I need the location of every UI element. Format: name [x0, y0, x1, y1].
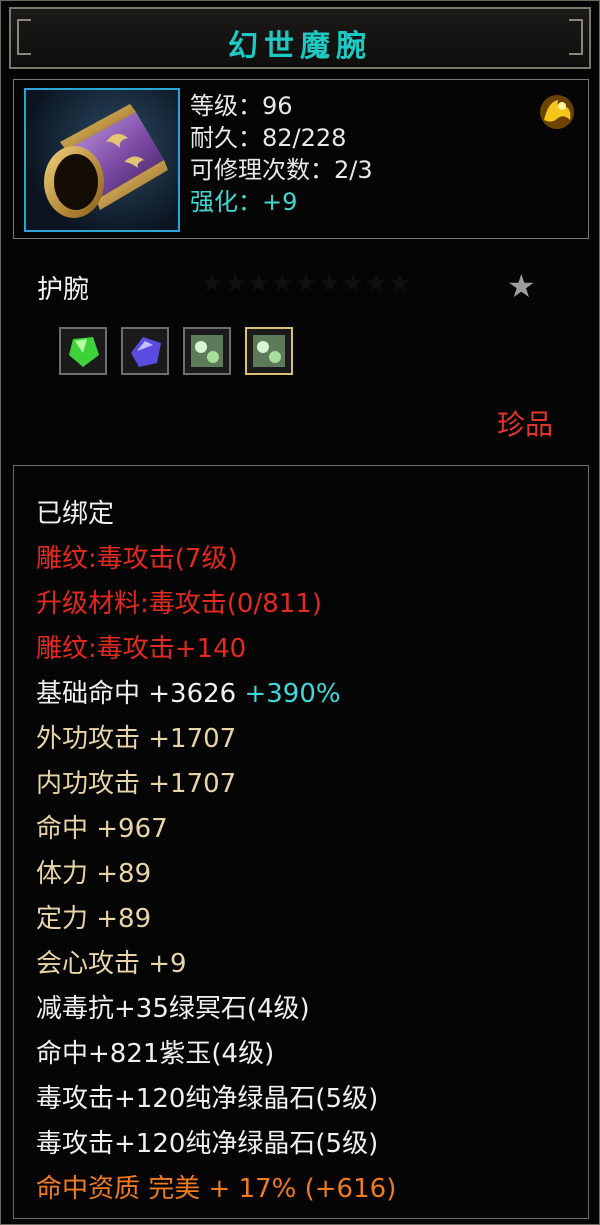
base-hit-value: 基础命中 +3626 [36, 679, 245, 709]
item-stats: 等级：96 耐久：82/228 可修理次数：2/3 强化：+9 [190, 90, 373, 218]
rarity-label: 珍品 [496, 408, 553, 441]
green-crystal-icon [245, 327, 293, 375]
base-hit: 基础命中 +3626 +390% [36, 672, 396, 717]
wristguard-icon [24, 88, 180, 232]
item-tooltip: 幻世魔腕 等级：96 耐久：82/228 可修理次数：2/3 强化：+9 护腕 … [0, 0, 600, 1225]
attribute-list: 已绑定 雕纹:毒攻击(7级) 升级材料:毒攻击(0/811) 雕纹:毒攻击+14… [36, 492, 396, 1212]
external-attack: 外功攻击 +1707 [36, 724, 237, 754]
item-type-label: 护腕 [37, 275, 90, 305]
focus-stat: 定力 +89 [36, 904, 152, 934]
level-text: 等级：96 [190, 92, 293, 120]
gem-effect-2: 命中+821紫玉(4级) [36, 1039, 275, 1069]
green-crystal-icon [183, 327, 231, 375]
gold-item-icon [538, 92, 576, 132]
star-icon: ★ [507, 267, 536, 305]
green-gem-icon [59, 327, 107, 375]
item-title: 幻世魔腕 [228, 29, 372, 64]
gem-effect-3: 毒攻击+120纯净绿晶石(5级) [36, 1084, 379, 1114]
internal-attack: 内功攻击 +1707 [36, 769, 237, 799]
engrave-level: 雕纹:毒攻击(7级) [36, 544, 238, 574]
title-bar: 幻世魔腕 [9, 7, 591, 69]
star-rating-empty: ★★★★★★★★★ [201, 269, 413, 297]
durability-text: 耐久：82/228 [190, 124, 347, 152]
engrave-bonus: 雕纹:毒攻击+140 [36, 634, 247, 664]
crit-stat: 会心攻击 +9 [36, 949, 187, 979]
enhance-text: 强化：+9 [190, 188, 298, 216]
item-info-box: 等级：96 耐久：82/228 可修理次数：2/3 强化：+9 [13, 79, 589, 239]
quality-stat: 命中资质 完美 + 17% (+616) [36, 1174, 397, 1204]
repair-count-text: 可修理次数：2/3 [190, 156, 373, 184]
upgrade-material: 升级材料:毒攻击(0/811) [36, 589, 322, 619]
hit-stat: 命中 +967 [36, 814, 168, 844]
purple-gem-icon [121, 327, 169, 375]
gem-effect-1: 减毒抗+35绿冥石(4级) [36, 994, 310, 1024]
stamina-stat: 体力 +89 [36, 859, 152, 889]
attribute-box: 已绑定 雕纹:毒攻击(7级) 升级材料:毒攻击(0/811) 雕纹:毒攻击+14… [13, 465, 589, 1219]
base-hit-bonus: +390% [244, 679, 341, 709]
bound-status: 已绑定 [36, 499, 115, 529]
gem-effect-4: 毒攻击+120纯净绿晶石(5级) [36, 1129, 379, 1159]
